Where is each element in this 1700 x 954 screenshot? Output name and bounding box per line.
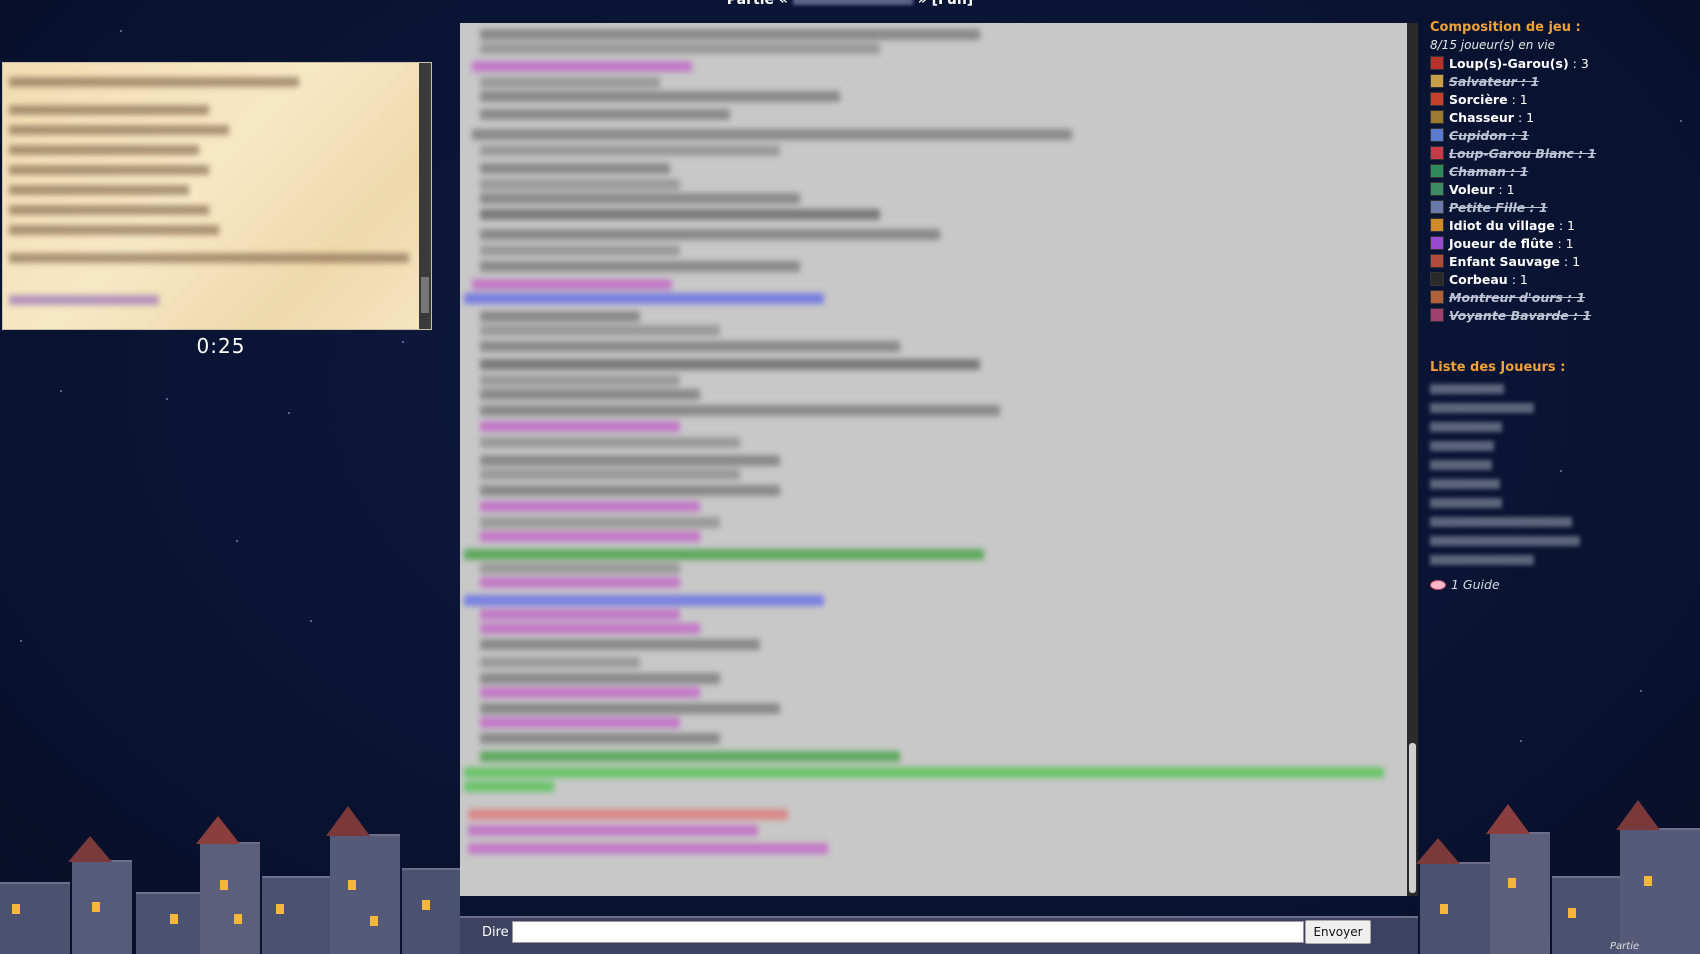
player-item[interactable] [1430,441,1494,451]
role-item: Loup(s)-Garou(s) : 3 [1430,54,1690,72]
role-icon [1430,200,1444,214]
player-item[interactable] [1430,384,1504,394]
chat-log[interactable] [460,23,1418,896]
role-name: Corbeau [1449,271,1508,287]
role-list: Loup(s)-Garou(s) : 3 Salvateur : 1 Sorcièr… [1430,54,1690,324]
star [120,30,122,32]
role-name: Montreur d'ours : 1 [1449,289,1586,305]
role-name: Loup(s)-Garou(s) [1449,55,1569,71]
role-icon [1430,146,1444,160]
role-name: Voyante Bavarde : 1 [1449,307,1592,323]
player-item[interactable] [1430,460,1492,470]
message-bar: Dire Envoyer [460,918,1418,946]
role-name: Chaman : 1 [1449,163,1529,179]
player-list [1430,384,1690,565]
role-icon [1430,290,1444,304]
role-name: Voleur [1449,181,1495,197]
role-name: Cupidon : 1 [1449,127,1530,143]
send-button[interactable]: Envoyer [1305,920,1371,944]
role-item: Montreur d'ours : 1 [1430,288,1690,306]
role-count: : 1 [1498,181,1515,197]
page-title: Partie « » [Fun] [0,0,1700,8]
role-name: Idiot du village [1449,217,1555,233]
star [1640,690,1642,692]
role-item: Joueur de flûte : 1 [1430,234,1690,252]
star [310,620,312,622]
role-icon [1430,164,1444,178]
role-name: Chasseur [1449,109,1514,125]
star [60,390,62,392]
role-icon [1430,128,1444,142]
notes-panel[interactable] [2,62,432,330]
players-title: Liste des Joueurs : [1430,360,1566,375]
star [288,412,290,414]
title-prefix: Partie « [726,0,788,8]
star [20,640,22,642]
chat-scrollbar[interactable] [1407,23,1418,896]
guide-label: 1 Guide [1451,577,1500,592]
guide-item: 1 Guide [1430,577,1690,592]
sidebar: Composition de jeu : 8/15 joueur(s) en v… [1430,20,1690,592]
role-icon [1430,56,1444,70]
role-item: Loup-Garou Blanc : 1 [1430,144,1690,162]
footer-game-link[interactable]: Partie [1610,941,1639,952]
hidden-game-name [792,0,913,5]
star [1520,740,1522,742]
composition-title: Composition de jeu : [1430,20,1581,35]
role-icon [1430,74,1444,88]
role-name: Sorcière [1449,91,1508,107]
role-icon [1430,254,1444,268]
role-count: : 1 [1557,235,1574,251]
player-item[interactable] [1430,422,1502,432]
role-icon [1430,218,1444,232]
role-item: Corbeau : 1 [1430,270,1690,288]
role-name: Loup-Garou Blanc : 1 [1449,145,1597,161]
role-icon [1430,110,1444,124]
countdown-timer: 0:25 [196,334,246,358]
role-name: Enfant Sauvage [1449,253,1560,269]
role-count: : 1 [1563,253,1581,269]
player-item[interactable] [1430,498,1502,508]
notes-scrollbar[interactable] [419,63,431,329]
role-item: Voyante Bavarde : 1 [1430,306,1690,324]
role-item: Salvateur : 1 [1430,72,1690,90]
role-item: Chaman : 1 [1430,162,1690,180]
role-item: Chasseur : 1 [1430,108,1690,126]
role-item: Voleur : 1 [1430,180,1690,198]
player-item[interactable] [1430,479,1500,489]
role-item: Idiot du village : 1 [1430,216,1690,234]
title-suffix: » [Fun] [917,0,974,8]
star [402,341,404,343]
role-name: Petite Fille : 1 [1449,199,1548,215]
star [166,398,168,400]
role-name: Joueur de flûte [1449,235,1554,251]
player-item[interactable] [1430,536,1580,546]
role-count: : 1 [1511,271,1528,287]
role-icon [1430,236,1444,250]
role-icon [1430,272,1444,286]
eye-icon [1430,579,1446,590]
role-item: Cupidon : 1 [1430,126,1690,144]
say-label: Dire [482,925,509,940]
role-item: Enfant Sauvage : 1 [1430,252,1690,270]
role-name: Salvateur : 1 [1449,73,1540,89]
alive-count: 8/15 joueur(s) en vie [1430,38,1556,52]
star [236,540,238,542]
player-item[interactable] [1430,517,1572,527]
role-count: : 1 [1558,217,1575,233]
role-icon [1430,182,1444,196]
message-input[interactable] [512,921,1304,943]
role-count: : 1 [1511,91,1528,107]
role-icon [1430,92,1444,106]
role-item: Sorcière : 1 [1430,90,1690,108]
role-item: Petite Fille : 1 [1430,198,1690,216]
player-item[interactable] [1430,403,1534,413]
player-item[interactable] [1430,555,1534,565]
role-count: : 1 [1517,109,1535,125]
role-icon [1430,308,1444,322]
role-count: : 3 [1572,55,1589,71]
